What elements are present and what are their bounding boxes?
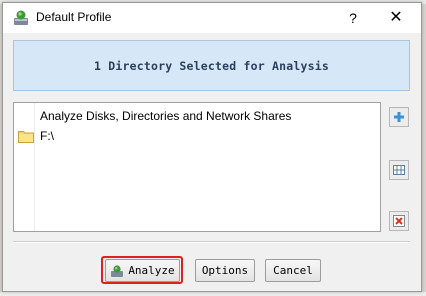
footer-divider-highlight	[13, 242, 410, 243]
analyze-label: Analyze	[128, 264, 175, 277]
plus-icon	[394, 112, 404, 122]
list-gutter	[34, 103, 35, 231]
cancel-button[interactable]: Cancel	[265, 259, 321, 282]
default-profile-dialog: Default Profile ? ✕ 1 Directory Selected…	[2, 2, 422, 292]
browse-button[interactable]	[389, 160, 409, 180]
list-item[interactable]: F:\	[18, 127, 54, 145]
close-button[interactable]: ✕	[386, 8, 406, 28]
help-button[interactable]: ?	[343, 8, 363, 28]
folder-icon	[18, 131, 34, 143]
background-window-strip-bottom	[0, 292, 426, 296]
selection-banner: 1 Directory Selected for Analysis	[13, 40, 410, 91]
title-bar: Default Profile ? ✕	[3, 3, 421, 33]
grid-icon	[393, 165, 405, 175]
analyze-icon	[111, 264, 124, 277]
cancel-label: Cancel	[273, 264, 313, 277]
list-header: Analyze Disks, Directories and Network S…	[40, 109, 292, 123]
add-button[interactable]	[389, 107, 409, 127]
options-label: Options	[201, 264, 249, 277]
list-item-label: F:\	[40, 129, 54, 143]
window-title: Default Profile	[36, 10, 112, 24]
options-button[interactable]: Options	[195, 259, 255, 282]
banner-text: 1 Directory Selected for Analysis	[93, 58, 330, 73]
app-icon	[14, 10, 28, 25]
delete-icon	[393, 215, 405, 227]
remove-button[interactable]	[389, 211, 409, 231]
directory-list[interactable]: Analyze Disks, Directories and Network S…	[13, 102, 381, 232]
analyze-button[interactable]: Analyze	[105, 259, 180, 282]
